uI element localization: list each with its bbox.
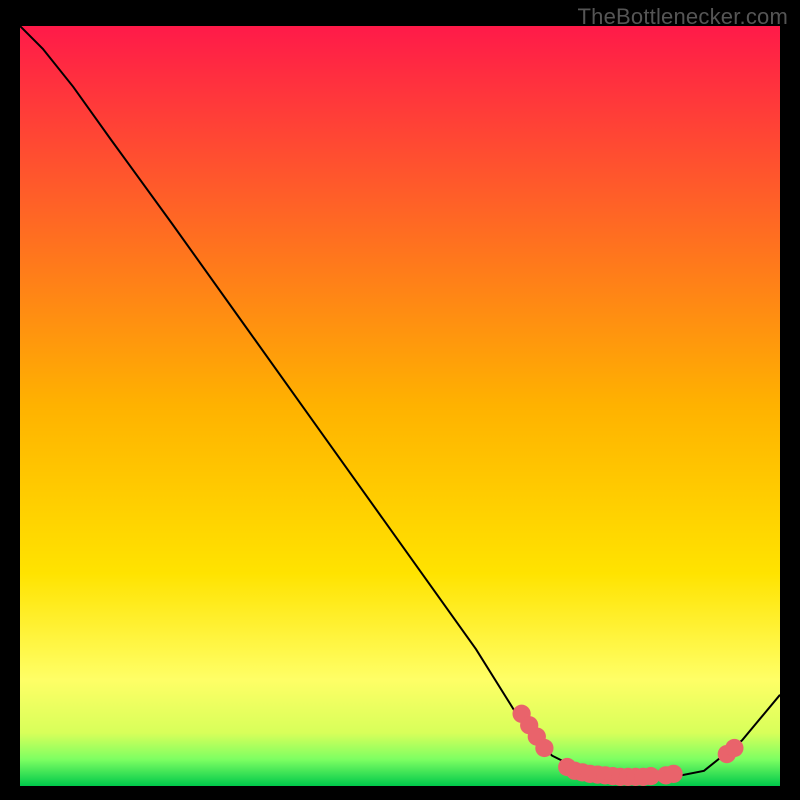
plot-area: [20, 26, 780, 786]
data-marker: [664, 765, 682, 783]
data-marker: [725, 739, 743, 757]
chart-frame: TheBottlenecker.com: [0, 0, 800, 800]
watermark-text: TheBottlenecker.com: [578, 4, 788, 30]
bottleneck-curve-chart: [20, 26, 780, 786]
gradient-background: [20, 26, 780, 786]
data-marker: [535, 739, 553, 757]
